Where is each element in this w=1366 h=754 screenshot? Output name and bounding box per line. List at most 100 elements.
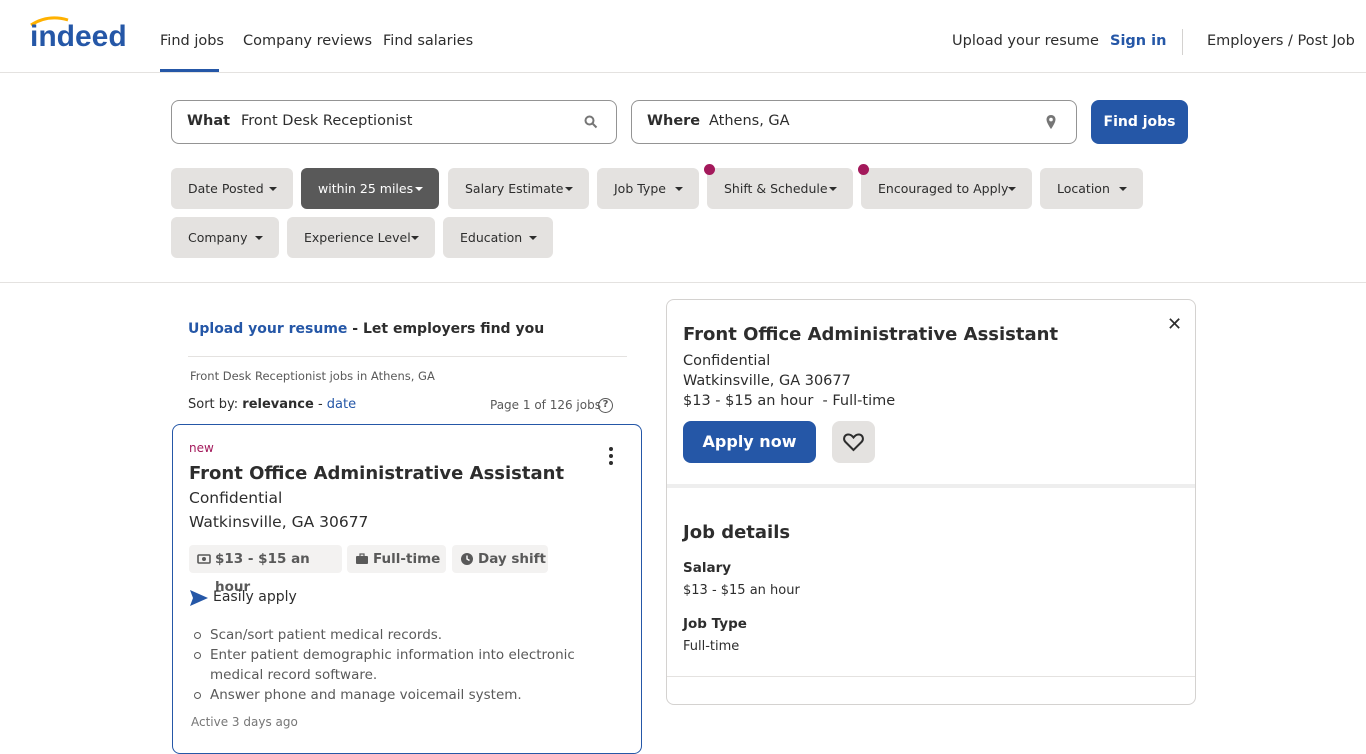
- shift-chip-text: Day shift: [478, 551, 547, 567]
- filter-company[interactable]: Company: [171, 217, 279, 258]
- job-location: Watkinsville, GA 30677: [189, 513, 369, 531]
- results-breadcrumb: Front Desk Receptionist jobs in Athens, …: [190, 369, 435, 383]
- job-type-chip: Full-time: [347, 545, 446, 573]
- nav-active-indicator: [160, 69, 219, 72]
- filter-notification-dot: [858, 164, 869, 175]
- chevron-down-icon: [1119, 187, 1127, 191]
- what-input[interactable]: Front Desk Receptionist: [241, 113, 412, 129]
- chevron-down-icon: [415, 187, 423, 191]
- filter-location[interactable]: Location: [1040, 168, 1143, 209]
- upload-resume-banner-text: - Let employers find you: [347, 321, 545, 337]
- close-icon[interactable]: ✕: [1167, 314, 1182, 335]
- clock-icon: [461, 553, 473, 565]
- filter-notification-dot: [704, 164, 715, 175]
- salary-chip: $13 - $15 an hour: [189, 545, 342, 595]
- sort-relevance: relevance: [242, 397, 314, 412]
- money-icon: [197, 554, 211, 564]
- filter-experience-level[interactable]: Experience Level: [287, 217, 435, 258]
- help-icon[interactable]: ?: [598, 398, 613, 413]
- save-job-button[interactable]: [832, 421, 875, 463]
- job-type-value: Full-time: [683, 639, 740, 654]
- upload-resume-link[interactable]: Upload your resume: [952, 33, 1099, 49]
- filter-label: Location: [1057, 181, 1110, 196]
- chevron-down-icon: [829, 187, 837, 191]
- salary-label: Salary: [683, 560, 732, 576]
- where-input[interactable]: Athens, GA: [709, 113, 790, 129]
- nav-company-reviews[interactable]: Company reviews: [243, 33, 372, 49]
- job-snippet: Scan/sort patient medical records. Enter…: [194, 625, 630, 705]
- posted-date: Active 3 days ago: [191, 715, 298, 729]
- job-detail-pane: Front Office Administrative Assistant ✕ …: [666, 299, 1196, 705]
- filter-label: Encouraged to Apply: [878, 181, 1009, 196]
- more-options-icon[interactable]: [601, 445, 621, 467]
- top-header: indeed Find jobs Company reviews Find sa…: [0, 0, 1366, 73]
- sign-in-link[interactable]: Sign in: [1110, 33, 1166, 49]
- search-icon[interactable]: [583, 114, 599, 130]
- filter-label: Salary Estimate: [465, 181, 564, 196]
- new-badge: new: [189, 441, 214, 455]
- chevron-down-icon: [255, 236, 263, 240]
- filter-label: within 25 miles: [318, 181, 414, 196]
- send-arrow-icon: [190, 590, 208, 606]
- nav-find-salaries[interactable]: Find salaries: [383, 33, 473, 49]
- shift-chip: Day shift: [452, 545, 548, 573]
- chevron-down-icon: [565, 187, 573, 191]
- filter-date-posted[interactable]: Date Posted: [171, 168, 293, 209]
- where-label: Where: [647, 113, 701, 129]
- filter-label: Education: [460, 230, 523, 245]
- filter-job-type[interactable]: Job Type: [597, 168, 699, 209]
- filter-distance[interactable]: within 25 miles: [301, 168, 439, 209]
- chevron-down-icon: [1008, 187, 1016, 191]
- detail-location: Watkinsville, GA 30677: [683, 373, 851, 389]
- indeed-logo[interactable]: indeed: [28, 16, 134, 50]
- where-search-field[interactable]: Where Athens, GA: [631, 100, 1077, 144]
- sort-separator: -: [313, 397, 327, 412]
- section-divider: [0, 282, 1366, 283]
- detail-pay-type: $13 - $15 an hour - Full-time: [683, 393, 896, 409]
- job-detail-header: Front Office Administrative Assistant ✕ …: [667, 300, 1195, 488]
- divider: [667, 676, 1195, 677]
- job-type-label: Job Type: [683, 616, 747, 632]
- briefcase-icon: [356, 553, 368, 564]
- job-details-heading: Job details: [683, 522, 791, 543]
- header-divider: [1182, 29, 1183, 55]
- filter-salary-estimate[interactable]: Salary Estimate: [448, 168, 589, 209]
- filter-education[interactable]: Education: [443, 217, 553, 258]
- chevron-down-icon: [675, 187, 683, 191]
- job-card[interactable]: new Front Office Administrative Assistan…: [172, 424, 642, 754]
- find-jobs-button[interactable]: Find jobs: [1091, 100, 1188, 144]
- salary-value: $13 - $15 an hour: [683, 583, 800, 598]
- sort-prefix: Sort by:: [188, 397, 243, 412]
- detail-job-title: Front Office Administrative Assistant: [683, 324, 1059, 345]
- upload-resume-banner-link[interactable]: Upload your resume: [188, 321, 347, 337]
- snippet-item: Scan/sort patient medical records.: [194, 625, 630, 645]
- sort-by: Sort by: relevance - date: [188, 397, 356, 412]
- easily-apply-label: Easily apply: [213, 589, 297, 605]
- sort-date-link[interactable]: date: [327, 397, 356, 412]
- filter-label: Company: [188, 230, 248, 245]
- filter-label: Job Type: [614, 181, 666, 196]
- chevron-down-icon: [269, 187, 277, 191]
- employers-post-job-link[interactable]: Employers / Post Job: [1207, 33, 1355, 49]
- logo-text: indeed: [30, 20, 127, 50]
- upload-resume-banner: Upload your resume - Let employers find …: [188, 321, 544, 337]
- snippet-item: Answer phone and manage voicemail system…: [194, 685, 630, 705]
- nav-find-jobs[interactable]: Find jobs: [160, 33, 224, 49]
- company-name: Confidential: [189, 489, 283, 507]
- divider: [188, 356, 627, 357]
- snippet-item: Enter patient demographic information in…: [194, 645, 630, 685]
- location-pin-icon[interactable]: [1043, 114, 1059, 130]
- job-type-chip-text: Full-time: [373, 551, 441, 567]
- what-search-field[interactable]: What Front Desk Receptionist: [171, 100, 617, 144]
- filter-label: Shift & Schedule: [724, 181, 828, 196]
- job-title-link[interactable]: Front Office Administrative Assistant: [189, 463, 564, 484]
- page-count: Page 1 of 126 jobs: [490, 398, 601, 412]
- apply-now-button[interactable]: Apply now: [683, 421, 816, 463]
- filter-encouraged-to-apply[interactable]: Encouraged to Apply: [861, 168, 1032, 209]
- chevron-down-icon: [411, 236, 419, 240]
- filter-label: Date Posted: [188, 181, 264, 196]
- heart-icon: [843, 433, 864, 452]
- filter-label: Experience Level: [304, 230, 411, 245]
- filter-shift-schedule[interactable]: Shift & Schedule: [707, 168, 853, 209]
- detail-company[interactable]: Confidential: [683, 353, 770, 369]
